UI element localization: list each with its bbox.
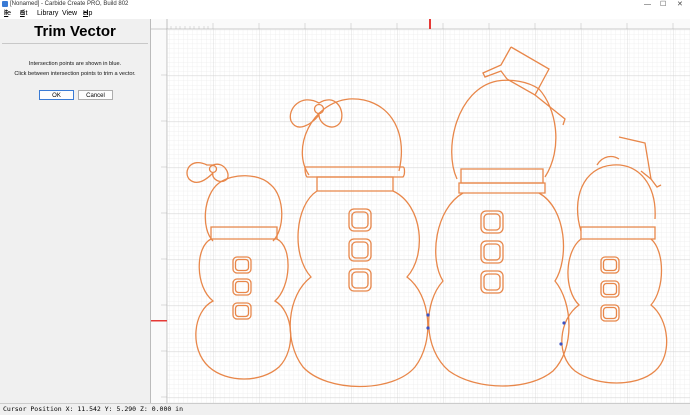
panel-title: Trim Vector [34,23,116,40]
intersection-point[interactable] [426,326,430,330]
cancel-button[interactable]: Cancel [78,90,113,100]
intersection-point[interactable] [426,313,430,317]
window-title: [Nonamed] - Carbide Create PRO, Build 80… [10,1,129,7]
canvas-svg[interactable] [151,19,690,403]
trim-vector-panel: Trim Vector Intersection points are show… [0,19,151,403]
ok-button[interactable]: OK [39,90,74,100]
cursor-position: Cursor Position X: 11.542 Y: 5.290 Z: 0.… [3,405,184,413]
close-icon[interactable]: ✕ [677,0,683,9]
minimize-icon[interactable]: — [644,0,651,9]
maximize-icon[interactable]: ☐ [660,0,666,9]
instruction-line-1: Intersection points are shown in blue. [28,61,122,67]
app-icon [2,1,8,7]
panel-divider [2,43,148,44]
cursor-x-marker [429,19,431,29]
intersection-point[interactable] [562,321,566,325]
intersection-point[interactable] [559,342,563,346]
instruction-line-2: Click between intersection points to tri… [14,71,136,77]
left-ruler [151,19,167,403]
cursor-y-marker [151,320,167,322]
top-ruler [151,19,690,29]
status-bar: Cursor Position X: 11.542 Y: 5.290 Z: 0.… [0,403,690,415]
menu-bar: File Edit Library View Help [0,9,690,19]
title-bar: [Nonamed] - Carbide Create PRO, Build 80… [0,0,690,9]
design-canvas[interactable] [151,19,690,403]
grid [167,29,690,403]
